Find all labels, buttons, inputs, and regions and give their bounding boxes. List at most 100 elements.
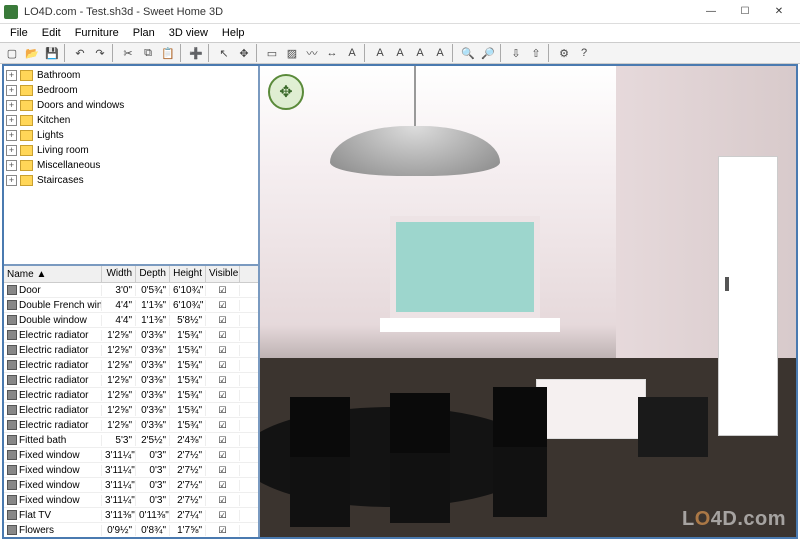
decrease-text-icon[interactable]: A xyxy=(390,43,410,63)
paste-icon[interactable]: 📋 xyxy=(158,43,178,63)
furniture-row[interactable]: Fixed window3'11¼"0'3"2'7½"☑ xyxy=(4,463,258,478)
catalog-category[interactable]: +Bathroom xyxy=(6,68,256,83)
create-walls-icon[interactable]: ▭ xyxy=(262,43,282,63)
visible-checkbox[interactable]: ☑ xyxy=(218,285,226,295)
furniture-row[interactable]: Electric radiator1'2⅝"0'3⅜"1'5¾"☑ xyxy=(4,388,258,403)
visible-checkbox[interactable]: ☑ xyxy=(218,405,226,415)
visible-checkbox[interactable]: ☑ xyxy=(218,345,226,355)
furniture-catalog-tree[interactable]: +Bathroom+Bedroom+Doors and windows+Kitc… xyxy=(4,66,258,266)
furniture-row[interactable]: Electric radiator1'2⅝"0'3⅜"1'5¾"☑ xyxy=(4,418,258,433)
save-file-icon[interactable]: 💾 xyxy=(42,43,62,63)
visible-checkbox[interactable]: ☑ xyxy=(218,480,226,490)
visible-checkbox[interactable]: ☑ xyxy=(218,315,226,325)
visible-checkbox[interactable]: ☑ xyxy=(218,450,226,460)
furniture-row[interactable]: Double French window4'4"1'1⅜"6'10¾"☑ xyxy=(4,298,258,313)
catalog-category[interactable]: +Bedroom xyxy=(6,83,256,98)
furniture-height: 1'5¾" xyxy=(170,330,206,341)
furniture-row[interactable]: Flowers0'9½"0'8¾"1'7⅝"☑ xyxy=(4,523,258,537)
maximize-button[interactable]: ☐ xyxy=(728,1,762,23)
furniture-row[interactable]: Fixed window3'11¼"0'3"2'7½"☑ xyxy=(4,448,258,463)
italic-icon[interactable]: A xyxy=(430,43,450,63)
menu-help[interactable]: Help xyxy=(216,26,251,40)
expand-icon[interactable]: + xyxy=(6,145,17,156)
expand-icon[interactable]: + xyxy=(6,100,17,111)
3d-navigation-compass-icon[interactable]: ✥ xyxy=(268,74,304,110)
3d-viewport[interactable]: ✥ LO4D.com xyxy=(260,66,796,537)
furniture-row[interactable]: Door3'0"0'5¾"6'10¾"☑ xyxy=(4,283,258,298)
expand-icon[interactable]: + xyxy=(6,85,17,96)
visible-checkbox[interactable]: ☑ xyxy=(218,420,226,430)
furniture-row[interactable]: Electric radiator1'2⅝"0'3⅜"1'5¾"☑ xyxy=(4,373,258,388)
catalog-category[interactable]: +Kitchen xyxy=(6,113,256,128)
menu-edit[interactable]: Edit xyxy=(36,26,67,40)
expand-icon[interactable]: + xyxy=(6,115,17,126)
col-visible[interactable]: Visible xyxy=(206,266,240,282)
menu-furniture[interactable]: Furniture xyxy=(69,26,125,40)
menu-plan[interactable]: Plan xyxy=(127,26,161,40)
visible-checkbox[interactable]: ☑ xyxy=(218,465,226,475)
create-rooms-icon[interactable]: ▨ xyxy=(282,43,302,63)
visible-checkbox[interactable]: ☑ xyxy=(218,330,226,340)
select-icon[interactable]: ↖ xyxy=(214,43,234,63)
toolbar-separator xyxy=(548,44,552,62)
furniture-row[interactable]: Flat TV3'11⅜"0'11⅜"2'7¼"☑ xyxy=(4,508,258,523)
bold-icon[interactable]: A xyxy=(410,43,430,63)
furniture-width: 1'2⅝" xyxy=(102,345,136,356)
visible-checkbox[interactable]: ☑ xyxy=(218,525,226,535)
furniture-row[interactable]: Electric radiator1'2⅝"0'3⅜"1'5¾"☑ xyxy=(4,343,258,358)
visible-checkbox[interactable]: ☑ xyxy=(218,495,226,505)
folder-icon xyxy=(20,115,33,126)
increase-text-icon[interactable]: A xyxy=(370,43,390,63)
expand-icon[interactable]: + xyxy=(6,130,17,141)
furniture-row[interactable]: Fitted bath5'3"2'5½"2'4⅜"☑ xyxy=(4,433,258,448)
add-furniture-icon[interactable]: ➕ xyxy=(186,43,206,63)
catalog-category[interactable]: +Living room xyxy=(6,143,256,158)
help-icon[interactable]: ? xyxy=(574,43,594,63)
visible-checkbox[interactable]: ☑ xyxy=(218,360,226,370)
furniture-depth: 0'3" xyxy=(136,450,170,461)
expand-icon[interactable]: + xyxy=(6,160,17,171)
col-depth[interactable]: Depth xyxy=(136,266,170,282)
catalog-category[interactable]: +Staircases xyxy=(6,173,256,188)
create-text-icon[interactable]: A xyxy=(342,43,362,63)
visible-checkbox[interactable]: ☑ xyxy=(218,390,226,400)
visible-checkbox[interactable]: ☑ xyxy=(218,300,226,310)
zoom-in-icon[interactable]: 🔍 xyxy=(458,43,478,63)
catalog-category[interactable]: +Doors and windows xyxy=(6,98,256,113)
preferences-icon[interactable]: ⚙ xyxy=(554,43,574,63)
undo-icon[interactable]: ↶ xyxy=(70,43,90,63)
menu-file[interactable]: File xyxy=(4,26,34,40)
col-name[interactable]: Name ▲ xyxy=(4,266,102,282)
copy-icon[interactable]: ⧉ xyxy=(138,43,158,63)
close-button[interactable]: ✕ xyxy=(762,1,796,23)
furniture-row[interactable]: Electric radiator1'2⅝"0'3⅜"1'5¾"☑ xyxy=(4,358,258,373)
open-file-icon[interactable]: 📂 xyxy=(22,43,42,63)
export-icon[interactable]: ⇧ xyxy=(526,43,546,63)
create-dimension-icon[interactable]: ↔ xyxy=(322,43,342,63)
menu-3dview[interactable]: 3D view xyxy=(163,26,214,40)
expand-icon[interactable]: + xyxy=(6,175,17,186)
furniture-row[interactable]: Double window4'4"1'1⅜"5'8½"☑ xyxy=(4,313,258,328)
col-height[interactable]: Height xyxy=(170,266,206,282)
furniture-height: 5'8½" xyxy=(170,315,206,326)
visible-checkbox[interactable]: ☑ xyxy=(218,435,226,445)
furniture-row[interactable]: Fixed window3'11¼"0'3"2'7½"☑ xyxy=(4,493,258,508)
col-width[interactable]: Width xyxy=(102,266,136,282)
create-polyline-icon[interactable]: 〰 xyxy=(302,43,322,63)
catalog-category[interactable]: +Miscellaneous xyxy=(6,158,256,173)
redo-icon[interactable]: ↷ xyxy=(90,43,110,63)
furniture-row[interactable]: Electric radiator1'2⅝"0'3⅜"1'5¾"☑ xyxy=(4,328,258,343)
zoom-out-icon[interactable]: 🔎 xyxy=(478,43,498,63)
new-file-icon[interactable]: ▢ xyxy=(2,43,22,63)
furniture-row[interactable]: Fixed window3'11¼"0'3"2'7½"☑ xyxy=(4,478,258,493)
furniture-row[interactable]: Electric radiator1'2⅝"0'3⅜"1'5¾"☑ xyxy=(4,403,258,418)
pan-icon[interactable]: ✥ xyxy=(234,43,254,63)
cut-icon[interactable]: ✂ xyxy=(118,43,138,63)
import-icon[interactable]: ⇩ xyxy=(506,43,526,63)
expand-icon[interactable]: + xyxy=(6,70,17,81)
minimize-button[interactable]: — xyxy=(694,1,728,23)
catalog-category[interactable]: +Lights xyxy=(6,128,256,143)
visible-checkbox[interactable]: ☑ xyxy=(218,510,226,520)
furniture-list-body[interactable]: Door3'0"0'5¾"6'10¾"☑Double French window… xyxy=(4,283,258,537)
visible-checkbox[interactable]: ☑ xyxy=(218,375,226,385)
